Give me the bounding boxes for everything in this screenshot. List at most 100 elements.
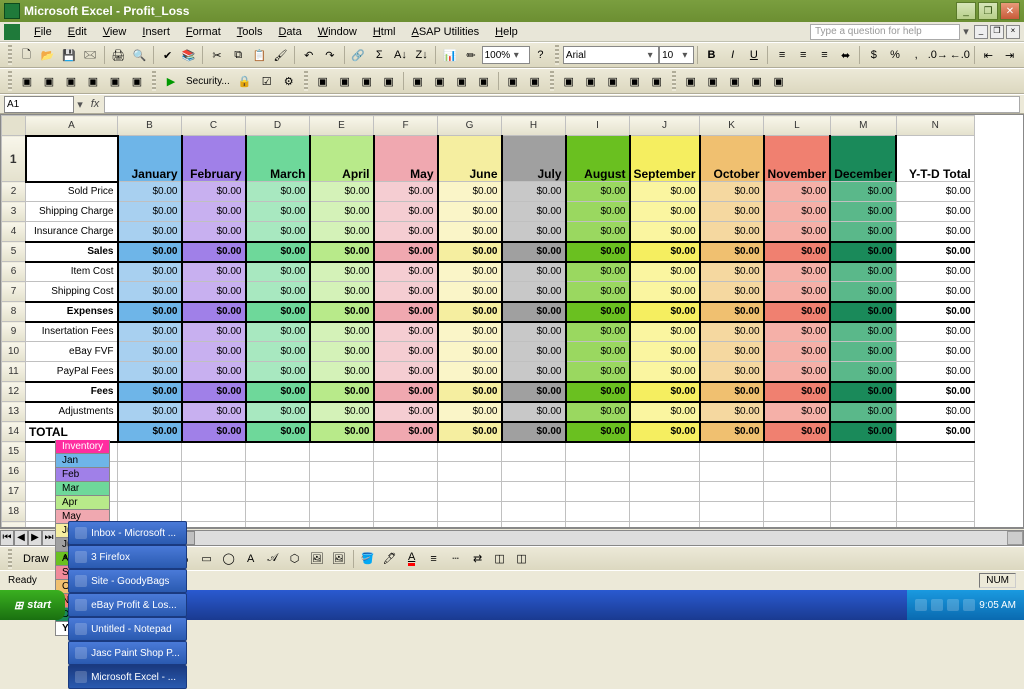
scroll-right-icon[interactable] [1007,531,1023,545]
cell[interactable]: Adjustments [26,402,118,422]
tb-icon[interactable]: ▣ [524,70,546,92]
tab-first-icon[interactable]: ⏮ [0,530,14,546]
toolbar-grip[interactable] [550,71,554,91]
clipart-icon[interactable]: 🖼 [306,548,328,570]
tb-icon[interactable]: ▣ [558,70,580,92]
cell[interactable]: $0.00 [700,362,764,382]
menu-data[interactable]: Data [270,24,309,40]
column-header-C[interactable]: C [182,116,246,136]
tb-icon[interactable]: ▣ [429,70,451,92]
cell[interactable]: $0.00 [764,382,831,402]
cell[interactable]: $0.00 [182,222,246,242]
cell[interactable]: $0.00 [566,262,630,282]
taskbar-button[interactable]: Site - GoodyBags [68,569,187,593]
tray-icon[interactable] [931,599,943,611]
cell[interactable]: $0.00 [830,382,896,402]
play-icon[interactable]: ▶ [160,70,182,92]
cell[interactable] [630,462,700,482]
fill-color-icon[interactable]: 🪣 [357,548,379,570]
cell[interactable]: October [700,136,764,182]
cell[interactable]: $0.00 [630,282,700,302]
row-header-11[interactable]: 11 [2,362,26,382]
cell[interactable]: June [438,136,502,182]
cell[interactable] [764,462,831,482]
cell[interactable] [700,502,764,522]
cell[interactable]: $0.00 [630,322,700,342]
cell[interactable]: eBay FVF [26,342,118,362]
comma-icon[interactable]: , [906,44,927,66]
column-header-K[interactable]: K [700,116,764,136]
cell[interactable]: March [246,136,310,182]
menu-help[interactable]: Help [487,24,526,40]
spellcheck-icon[interactable]: ✔ [157,44,178,66]
sheet-tab-jan[interactable]: Jan [55,454,110,468]
cut-icon[interactable]: ✂ [206,44,227,66]
cell[interactable]: $0.00 [118,182,182,202]
cell[interactable] [246,462,310,482]
toolbar-grip[interactable] [8,71,12,91]
cell[interactable]: $0.00 [502,382,566,402]
cell[interactable] [700,462,764,482]
cell[interactable] [182,462,246,482]
drawing-toggle-icon[interactable]: ✏ [460,44,481,66]
cell[interactable]: $0.00 [246,242,310,262]
cell[interactable]: $0.00 [700,342,764,362]
maximize-button[interactable]: ❐ [978,2,998,20]
cell[interactable]: January [118,136,182,182]
line-color-icon[interactable]: 🖊 [379,548,401,570]
cell[interactable] [182,502,246,522]
cell[interactable]: $0.00 [830,242,896,262]
cell[interactable]: $0.00 [830,422,896,442]
toolbar-grip[interactable] [672,71,676,91]
tray-icon[interactable] [947,599,959,611]
column-header-F[interactable]: F [374,116,438,136]
column-header-D[interactable]: D [246,116,310,136]
cell[interactable]: $0.00 [566,422,630,442]
cell[interactable]: $0.00 [896,202,974,222]
cell[interactable]: $0.00 [438,282,502,302]
taskbar-button[interactable]: Untitled - Notepad [68,617,187,641]
copy-icon[interactable]: ⧉ [228,44,249,66]
mdi-restore-button[interactable]: ❐ [990,25,1004,39]
cell[interactable]: $0.00 [566,222,630,242]
tb-icon[interactable]: ▣ [473,70,495,92]
cell[interactable]: $0.00 [310,402,374,422]
cell[interactable]: $0.00 [438,302,502,322]
help-search-box[interactable]: Type a question for help [810,24,960,40]
cell[interactable]: $0.00 [310,342,374,362]
cell[interactable] [310,462,374,482]
align-left-icon[interactable]: ≡ [771,44,792,66]
toolbar-grip[interactable] [8,45,12,65]
cell[interactable]: $0.00 [764,242,831,262]
cell[interactable]: $0.00 [630,262,700,282]
cell[interactable] [438,462,502,482]
cell[interactable] [830,442,896,462]
cell[interactable] [700,482,764,502]
cell[interactable]: $0.00 [310,382,374,402]
cell[interactable]: $0.00 [310,182,374,202]
tb-icon[interactable]: ▣ [680,70,702,92]
diagram-icon[interactable]: ⬡ [284,548,306,570]
cell[interactable]: $0.00 [502,242,566,262]
chart-icon[interactable]: 📊 [439,44,460,66]
cell[interactable]: $0.00 [630,222,700,242]
increase-decimal-icon[interactable]: .0→ [927,44,949,66]
cell[interactable] [896,482,974,502]
underline-icon[interactable]: U [743,44,764,66]
cell[interactable]: $0.00 [830,282,896,302]
tb-icon[interactable]: ▣ [312,70,334,92]
cell[interactable]: $0.00 [374,182,438,202]
select-all-corner[interactable] [2,116,26,136]
fx-icon[interactable]: fx [86,98,104,110]
tb-icon[interactable]: ▣ [724,70,746,92]
cell[interactable]: $0.00 [246,182,310,202]
minimize-button[interactable]: _ [956,2,976,20]
cell[interactable] [438,502,502,522]
sheet-tab-inventory[interactable]: Inventory [55,440,110,454]
tb-icon[interactable]: ▣ [82,70,104,92]
cell[interactable] [700,442,764,462]
cell[interactable] [630,502,700,522]
cell[interactable]: $0.00 [246,322,310,342]
cell[interactable]: $0.00 [310,262,374,282]
tray-icon[interactable] [963,599,975,611]
